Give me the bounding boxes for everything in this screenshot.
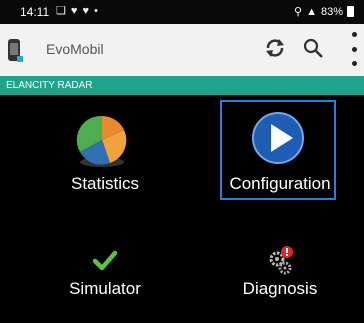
gears-alert-icon <box>269 246 293 275</box>
statistics-label: Statistics <box>70 174 140 193</box>
battery-percent: 83% <box>320 5 343 18</box>
section-header: ELANCITY RADAR <box>0 76 364 95</box>
status-time: 14:11 <box>20 5 50 19</box>
status-bar: 14:11 ❑ ♥ ♥ • ⚲ ▲ 83% <box>0 0 364 24</box>
simulator-tile[interactable]: Simulator <box>30 245 180 305</box>
search-icon[interactable] <box>302 37 324 59</box>
status-indicators: ⚲ ▲ 83% <box>294 5 354 18</box>
play-icon <box>252 112 304 164</box>
more-vert-icon[interactable] <box>350 32 358 66</box>
phone-logo <box>8 39 23 62</box>
location-icon: ⚲ <box>294 6 303 18</box>
checkmark-icon <box>92 250 118 271</box>
statistics-tile[interactable]: Statistics <box>30 100 180 202</box>
pie-chart-icon <box>76 115 127 167</box>
signal-icon: ▲ <box>306 5 317 18</box>
diagnosis-label: Diagnosis <box>242 279 318 298</box>
refresh-icon[interactable] <box>262 35 288 61</box>
battery-icon <box>347 6 354 17</box>
simulator-label: Simulator <box>69 279 141 298</box>
notification-icons: ❑ ♥ ♥ • <box>56 5 99 17</box>
configuration-label: Configuration <box>229 174 331 193</box>
app-title: EvoMobil <box>46 41 104 57</box>
app-bar: EvoMobil <box>0 24 364 76</box>
diagnosis-tile[interactable]: Diagnosis <box>205 245 355 305</box>
configuration-tile[interactable]: Configuration <box>220 100 336 200</box>
